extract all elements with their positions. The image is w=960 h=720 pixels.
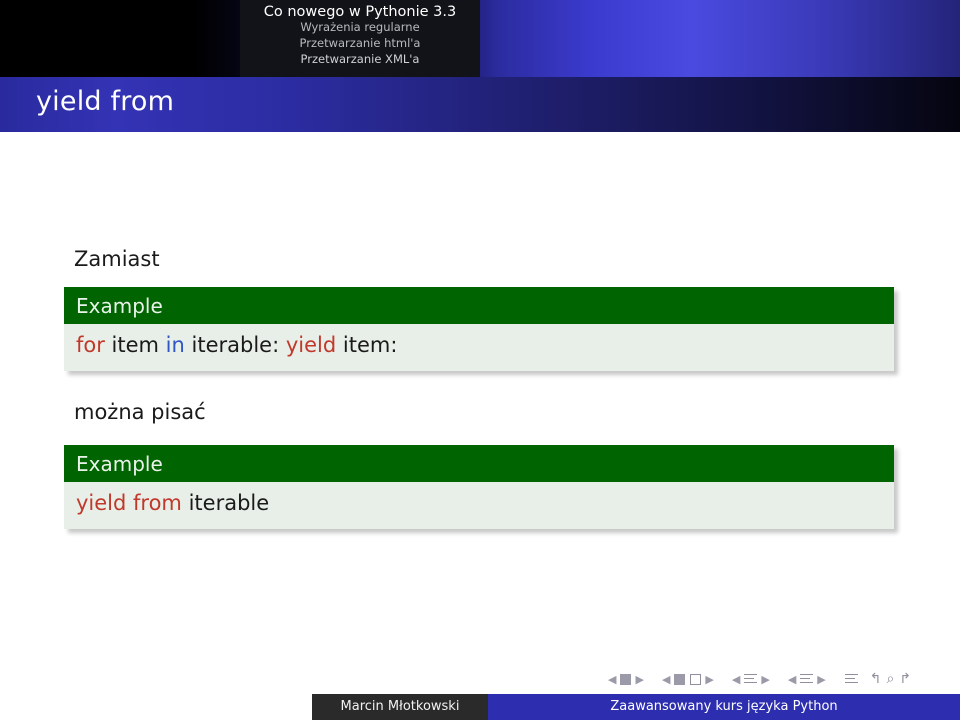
nav-first-slide-icon[interactable]: ◀ <box>608 674 616 685</box>
code-token: yield <box>285 333 337 357</box>
nav-prev-frame-icon[interactable]: ◀ <box>788 674 796 685</box>
code-token: item: <box>336 333 398 357</box>
back-icon[interactable]: ↰ <box>870 671 882 687</box>
code-token: iterable: <box>184 333 286 357</box>
code-token: in <box>165 333 185 357</box>
nav-next-frame-icon[interactable]: ▶ <box>817 674 825 685</box>
nav-prev-subsection-icon[interactable]: ◀ <box>732 674 740 685</box>
code-token: iterable <box>181 491 270 515</box>
slide-navigation-bar[interactable]: ◀ ▶ ◀ ▶ ◀ ▶ ◀ ▶ ↰ ⌕ ↱ <box>608 668 960 690</box>
footer-course-title: Zaawansowany kurs języka Python <box>488 694 960 720</box>
toc-item-regex[interactable]: Wyrażenia regularne <box>240 19 480 35</box>
search-icon[interactable]: ⌕ <box>886 671 894 687</box>
example-block-2-title: Example <box>64 445 894 482</box>
nav-subsection-bars-icon[interactable] <box>744 673 758 685</box>
intro-text: Zamiast <box>74 247 160 271</box>
example-block-1-code: for item in iterable: yield item: <box>64 324 894 371</box>
middle-text: można pisać <box>74 400 206 424</box>
slide-content: Zamiast Example for item in iterable: yi… <box>0 132 960 677</box>
forward-icon[interactable]: ↱ <box>899 671 911 687</box>
page-title: yield from <box>36 86 175 117</box>
toc-item-xml[interactable]: Przetwarzanie XML'a <box>240 51 480 67</box>
nav-slide-marker-icon[interactable] <box>620 673 632 685</box>
code-token: for <box>76 333 105 357</box>
example-block-1: Example for item in iterable: yield item… <box>64 287 894 371</box>
footer-author: Marcin Młotkowski <box>312 694 488 720</box>
nav-last-slide-icon[interactable]: ▶ <box>635 674 643 685</box>
example-block-1-title: Example <box>64 287 894 324</box>
nav-section-marker-icon[interactable] <box>690 673 702 685</box>
nav-next-section-icon[interactable]: ▶ <box>705 674 713 685</box>
nav-next-subsection-icon[interactable]: ▶ <box>761 674 769 685</box>
nav-prev-section-icon[interactable]: ◀ <box>662 674 670 685</box>
nav-section-marker-icon[interactable] <box>674 673 686 685</box>
toc-section-current: Co nowego w Pythonie 3.3 <box>263 4 457 20</box>
slide-header-toc: Co nowego w Pythonie 3.3 Wyrażenia regul… <box>240 0 480 77</box>
nav-all-frames-icon[interactable] <box>844 673 858 685</box>
slide-header-band <box>0 0 960 77</box>
code-token: yield from <box>76 491 182 515</box>
nav-history-icons[interactable]: ↰ ⌕ ↱ <box>870 671 911 687</box>
example-block-2-code: yield from iterable <box>64 482 894 529</box>
nav-frame-bars-icon[interactable] <box>800 673 814 685</box>
toc-item-html[interactable]: Przetwarzanie html'a <box>240 35 480 51</box>
example-block-2: Example yield from iterable <box>64 445 894 529</box>
code-token: item <box>104 333 166 357</box>
slide: Co nowego w Pythonie 3.3 Wyrażenia regul… <box>0 0 960 720</box>
